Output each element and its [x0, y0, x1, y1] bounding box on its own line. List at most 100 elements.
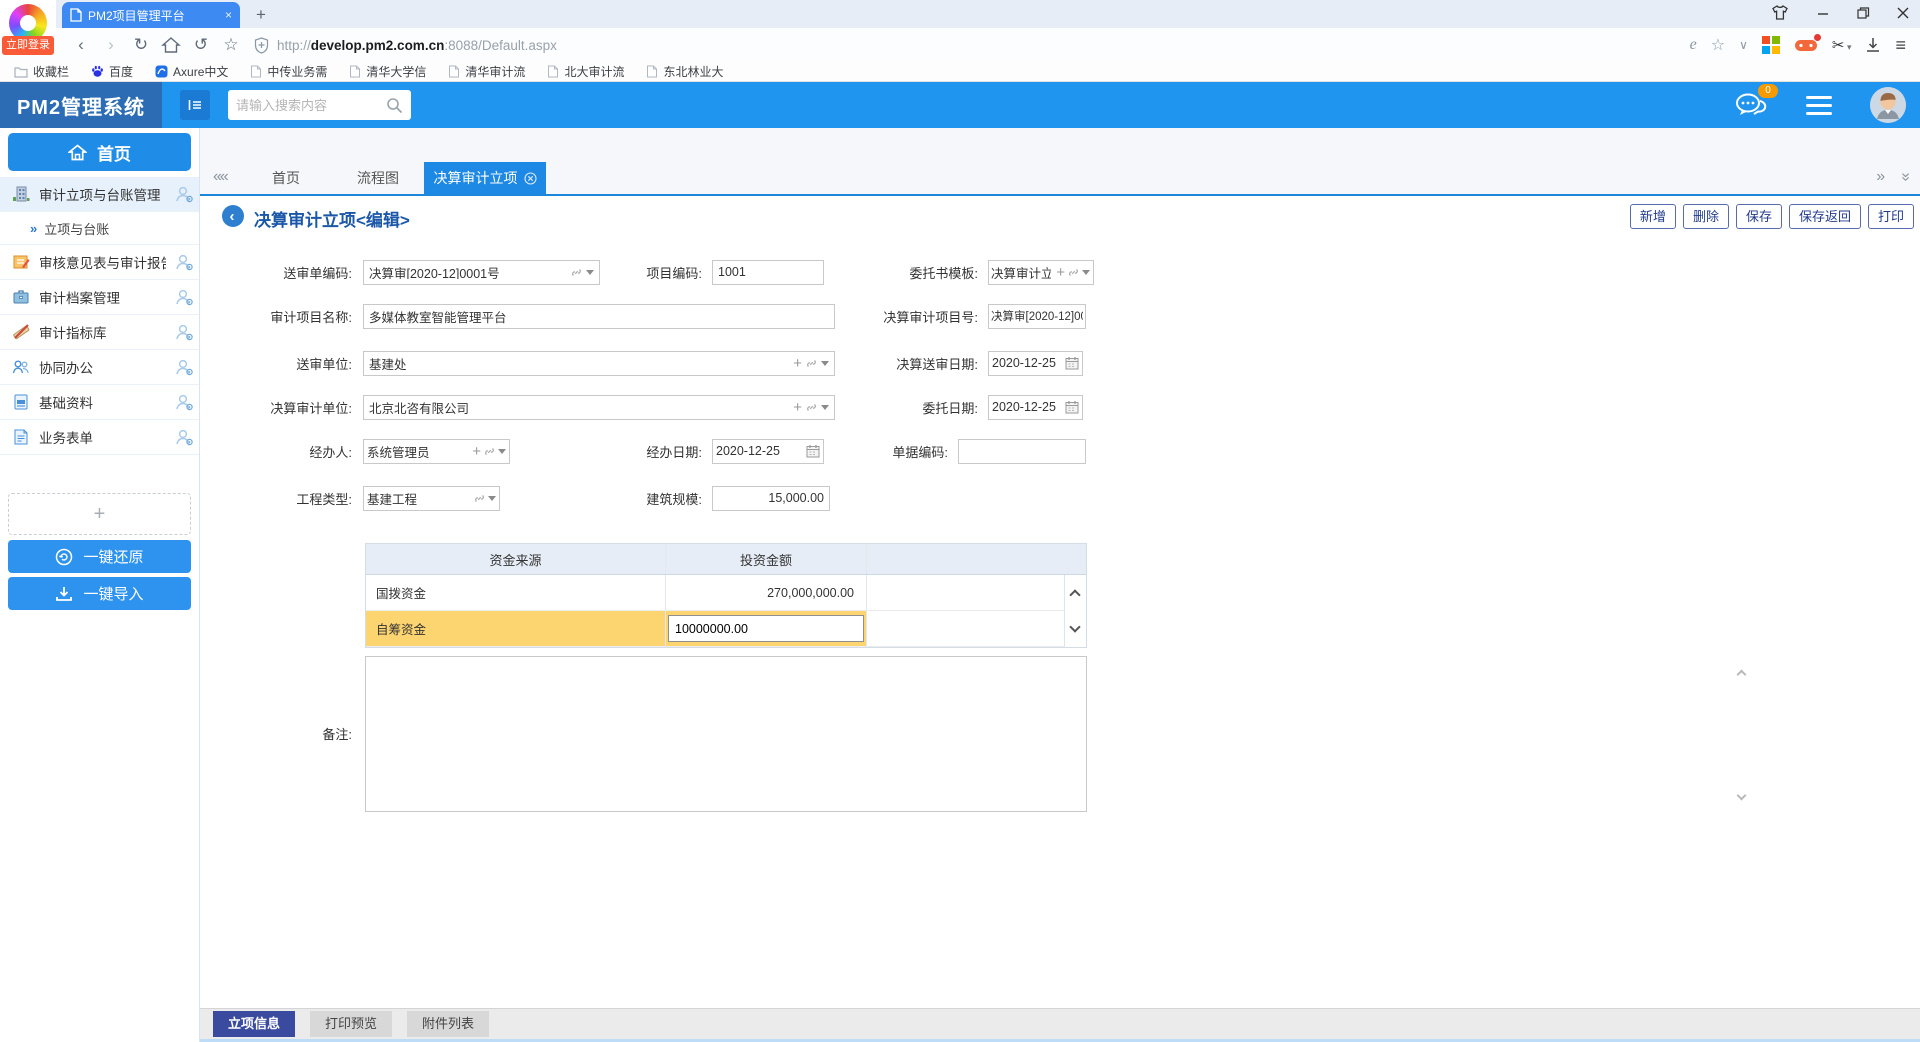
refresh-icon[interactable]: ↻	[126, 35, 156, 55]
user-gear-icon[interactable]	[175, 288, 193, 306]
tab-attachment-list[interactable]: 附件列表	[407, 1011, 489, 1037]
sidebar-item-audit-archive[interactable]: 审计档案管理	[0, 280, 199, 315]
download-icon[interactable]	[1865, 37, 1881, 53]
collapse-tabs-icon[interactable]: »	[1897, 173, 1915, 182]
final-audit-no-input[interactable]	[988, 304, 1086, 329]
user-gear-icon[interactable]	[175, 358, 193, 376]
sidebar-item-audit-indicators[interactable]: 审计指标库	[0, 315, 199, 350]
bookmark-axure[interactable]: Axure中文	[155, 63, 228, 80]
unlink-icon[interactable]	[484, 446, 495, 457]
add-button[interactable]: 新增	[1630, 204, 1676, 229]
bookmark-folder[interactable]: 收藏栏	[14, 63, 69, 80]
minimize-icon[interactable]	[1816, 6, 1830, 20]
apps-grid-icon[interactable]	[1762, 36, 1780, 54]
bookmark-item[interactable]: 清华审计流	[448, 63, 525, 80]
scroll-tabs-left-icon[interactable]: ««	[213, 168, 227, 186]
user-gear-icon[interactable]	[175, 428, 193, 446]
user-gear-icon[interactable]	[175, 393, 193, 411]
project-type-input[interactable]	[364, 491, 471, 505]
add-module-button[interactable]: +	[8, 493, 191, 535]
search-input[interactable]	[236, 98, 386, 113]
game-center-icon[interactable]	[1794, 37, 1818, 53]
sidebar-item-audit-setup[interactable]: 审计立项与台账管理	[0, 177, 199, 212]
user-avatar[interactable]	[1870, 87, 1906, 123]
bookmark-item[interactable]: 中传业务需	[250, 63, 327, 80]
close-icon[interactable]	[1896, 6, 1910, 20]
screenshot-scissors-icon[interactable]: ✂ ▾	[1832, 36, 1852, 54]
login-now-badge[interactable]: 立即登录	[2, 36, 54, 55]
table-row-state-fund[interactable]: 国拨资金 270,000,000.00	[366, 575, 1086, 611]
add-icon[interactable]: +	[472, 444, 481, 459]
tab-close-icon[interactable]: ×	[225, 8, 232, 22]
print-button[interactable]: 打印	[1868, 204, 1914, 229]
bookmark-baidu[interactable]: 百度	[91, 63, 133, 80]
browser-menu-icon[interactable]: ≡	[1895, 35, 1906, 56]
app-menu-icon[interactable]	[1806, 96, 1832, 115]
doc-code-input[interactable]	[958, 439, 1086, 464]
one-key-restore-button[interactable]: 一键还原	[8, 540, 191, 573]
scroll-down-icon[interactable]	[1069, 621, 1080, 632]
one-key-import-button[interactable]: 一键导入	[8, 577, 191, 610]
browser-logo[interactable]: 立即登录	[0, 0, 56, 56]
scroll-tabs-right-icon[interactable]: »	[1876, 168, 1885, 186]
back-button[interactable]: ‹	[222, 205, 244, 227]
unlink-icon[interactable]	[1068, 267, 1079, 278]
tab-final-audit-setup[interactable]: 决算审计立项	[424, 162, 546, 194]
unlink-icon[interactable]	[474, 493, 485, 504]
handler-input[interactable]	[364, 444, 469, 458]
chevron-down-icon[interactable]: ∨	[1739, 38, 1748, 52]
favorite-star-icon[interactable]: ☆	[216, 35, 246, 55]
forward-icon[interactable]: ›	[96, 35, 126, 55]
address-bar[interactable]: http://develop.pm2.com.cn:8088/Default.a…	[254, 37, 1584, 54]
sidebar-home-button[interactable]: 首页	[8, 133, 191, 171]
dropdown-caret-icon[interactable]	[488, 496, 496, 501]
sidebar-item-review-report[interactable]: 审核意见表与审计报告	[0, 245, 199, 280]
ie-compat-icon[interactable]: e	[1690, 36, 1697, 54]
remark-textarea[interactable]	[365, 656, 1087, 812]
bookmark-item[interactable]: 东北林业大	[646, 63, 723, 80]
sidebar-item-collaboration[interactable]: 协同办公	[0, 350, 199, 385]
skin-theme-icon[interactable]	[1770, 4, 1790, 22]
search-icon[interactable]	[386, 97, 403, 114]
tab-home[interactable]: 首页	[240, 162, 332, 194]
add-icon[interactable]: +	[1056, 265, 1065, 280]
browser-tab-active[interactable]: PM2项目管理平台 ×	[62, 2, 240, 28]
bookmark-item[interactable]: 清华大学信	[349, 63, 426, 80]
save-return-button[interactable]: 保存返回	[1789, 204, 1861, 229]
final-send-date-input[interactable]	[989, 356, 1065, 370]
song-shen-unit-input[interactable]	[364, 356, 788, 370]
tab-print-preview[interactable]: 打印预览	[310, 1011, 392, 1037]
restore-icon[interactable]	[1856, 6, 1870, 20]
scroll-up-icon[interactable]	[1069, 589, 1080, 600]
tab-close-icon[interactable]	[524, 172, 537, 185]
save-button[interactable]: 保存	[1736, 204, 1782, 229]
sidebar-item-base-data[interactable]: 基础资料	[0, 385, 199, 420]
back-icon[interactable]: ‹	[66, 35, 96, 55]
tab-flowchart[interactable]: 流程图	[332, 162, 424, 194]
tab-setup-info[interactable]: 立项信息	[213, 1011, 295, 1037]
bookmark-item[interactable]: 北大审计流	[547, 63, 624, 80]
new-tab-button[interactable]: +	[256, 5, 266, 25]
entrust-date-input[interactable]	[989, 400, 1065, 414]
messages-button[interactable]: 0	[1734, 92, 1768, 118]
user-gear-icon[interactable]	[175, 253, 193, 271]
delete-button[interactable]: 删除	[1683, 204, 1729, 229]
template-input[interactable]	[989, 265, 1053, 279]
fund-amount-input[interactable]	[668, 615, 864, 642]
global-search[interactable]	[228, 90, 411, 120]
home-icon[interactable]	[156, 37, 186, 53]
user-gear-icon[interactable]	[175, 185, 193, 203]
calendar-icon[interactable]	[1065, 400, 1079, 414]
dropdown-caret-icon[interactable]	[1082, 270, 1090, 275]
calendar-icon[interactable]	[1065, 356, 1079, 370]
undo-icon[interactable]: ↺	[186, 35, 216, 55]
sidebar-subitem-setup-ledger[interactable]: » 立项与台账	[0, 212, 199, 245]
build-scale-input[interactable]	[712, 486, 830, 511]
sidebar-item-business-forms[interactable]: 业务表单	[0, 420, 199, 455]
bookmark-star-icon[interactable]: ☆	[1711, 35, 1725, 55]
table-scrollbar[interactable]	[1064, 575, 1086, 647]
sidebar-toggle-button[interactable]	[180, 90, 210, 120]
user-gear-icon[interactable]	[175, 323, 193, 341]
table-row-self-fund[interactable]: 自筹资金	[366, 611, 1086, 647]
audit-unit-input[interactable]	[364, 400, 788, 414]
